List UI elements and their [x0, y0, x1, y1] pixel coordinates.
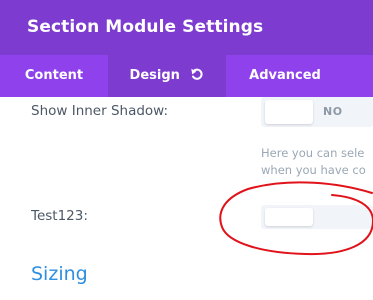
tab-content[interactable]: Content: [0, 55, 108, 97]
tab-design-label: Design: [129, 68, 180, 83]
red-circle-annotation: [219, 181, 373, 256]
modal-title: Section Module Settings: [27, 17, 264, 37]
tab-advanced[interactable]: Advanced: [226, 55, 344, 97]
tab-content-label: Content: [24, 68, 84, 83]
settings-panel: Show Inner Shadow: NO Here you can sele …: [0, 97, 373, 300]
tab-bar: Content Design Advanced: [0, 55, 373, 97]
tab-design[interactable]: Design: [108, 55, 226, 97]
undo-icon[interactable]: [190, 57, 204, 99]
modal-header: Section Module Settings: [0, 0, 373, 55]
tab-advanced-label: Advanced: [249, 68, 321, 83]
